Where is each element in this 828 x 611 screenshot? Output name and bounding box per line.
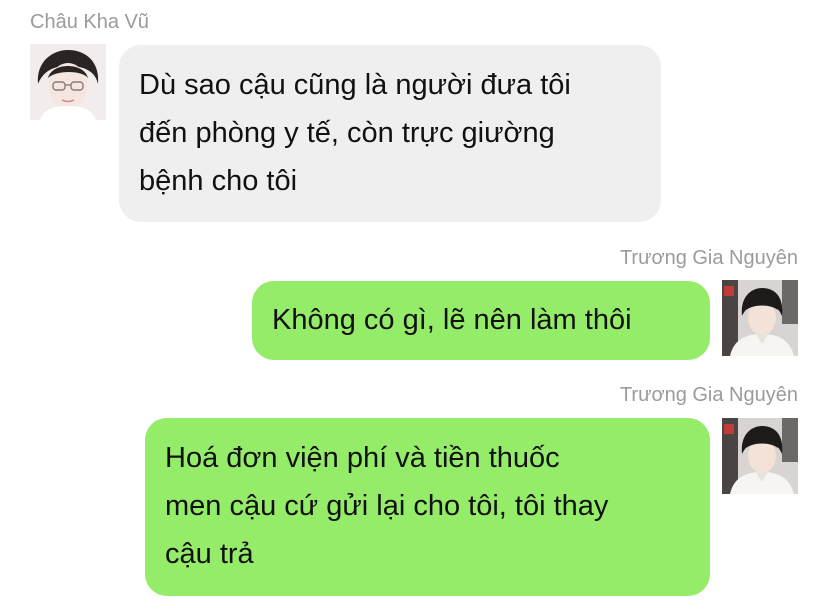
- sender-name: Châu Kha Vũ: [30, 11, 149, 33]
- sender-name: Trương Gia Nguyên: [619, 247, 798, 269]
- avatar-truong-gia-nguyen[interactable]: [722, 418, 798, 494]
- message-bubble[interactable]: Hoá đơn viện phí và tiền thuốc men cậu c…: [145, 418, 710, 596]
- message-text-line: Dù sao cậu cũng là người đưa tôi: [139, 69, 571, 101]
- message-bubble[interactable]: Không có gì, lẽ nên làm thôi: [252, 281, 710, 360]
- avatar-chau-kha-vu[interactable]: [30, 44, 106, 120]
- message-text-line: Hoá đơn viện phí và tiền thuốc: [165, 442, 560, 474]
- message-bubble[interactable]: Dù sao cậu cũng là người đưa tôi đến phò…: [119, 45, 661, 222]
- message-text-line: bệnh cho tôi: [139, 165, 298, 197]
- message-text-line: cậu trả: [165, 538, 254, 570]
- sender-name: Trương Gia Nguyên: [619, 384, 798, 406]
- message-text-line: đến phòng y tế, còn trực giường: [139, 117, 555, 149]
- message-text-line: men cậu cứ gửi lại cho tôi, tôi thay: [165, 490, 609, 522]
- message-text-line: Không có gì, lẽ nên làm thôi: [272, 304, 632, 336]
- avatar-truong-gia-nguyen[interactable]: [722, 280, 798, 356]
